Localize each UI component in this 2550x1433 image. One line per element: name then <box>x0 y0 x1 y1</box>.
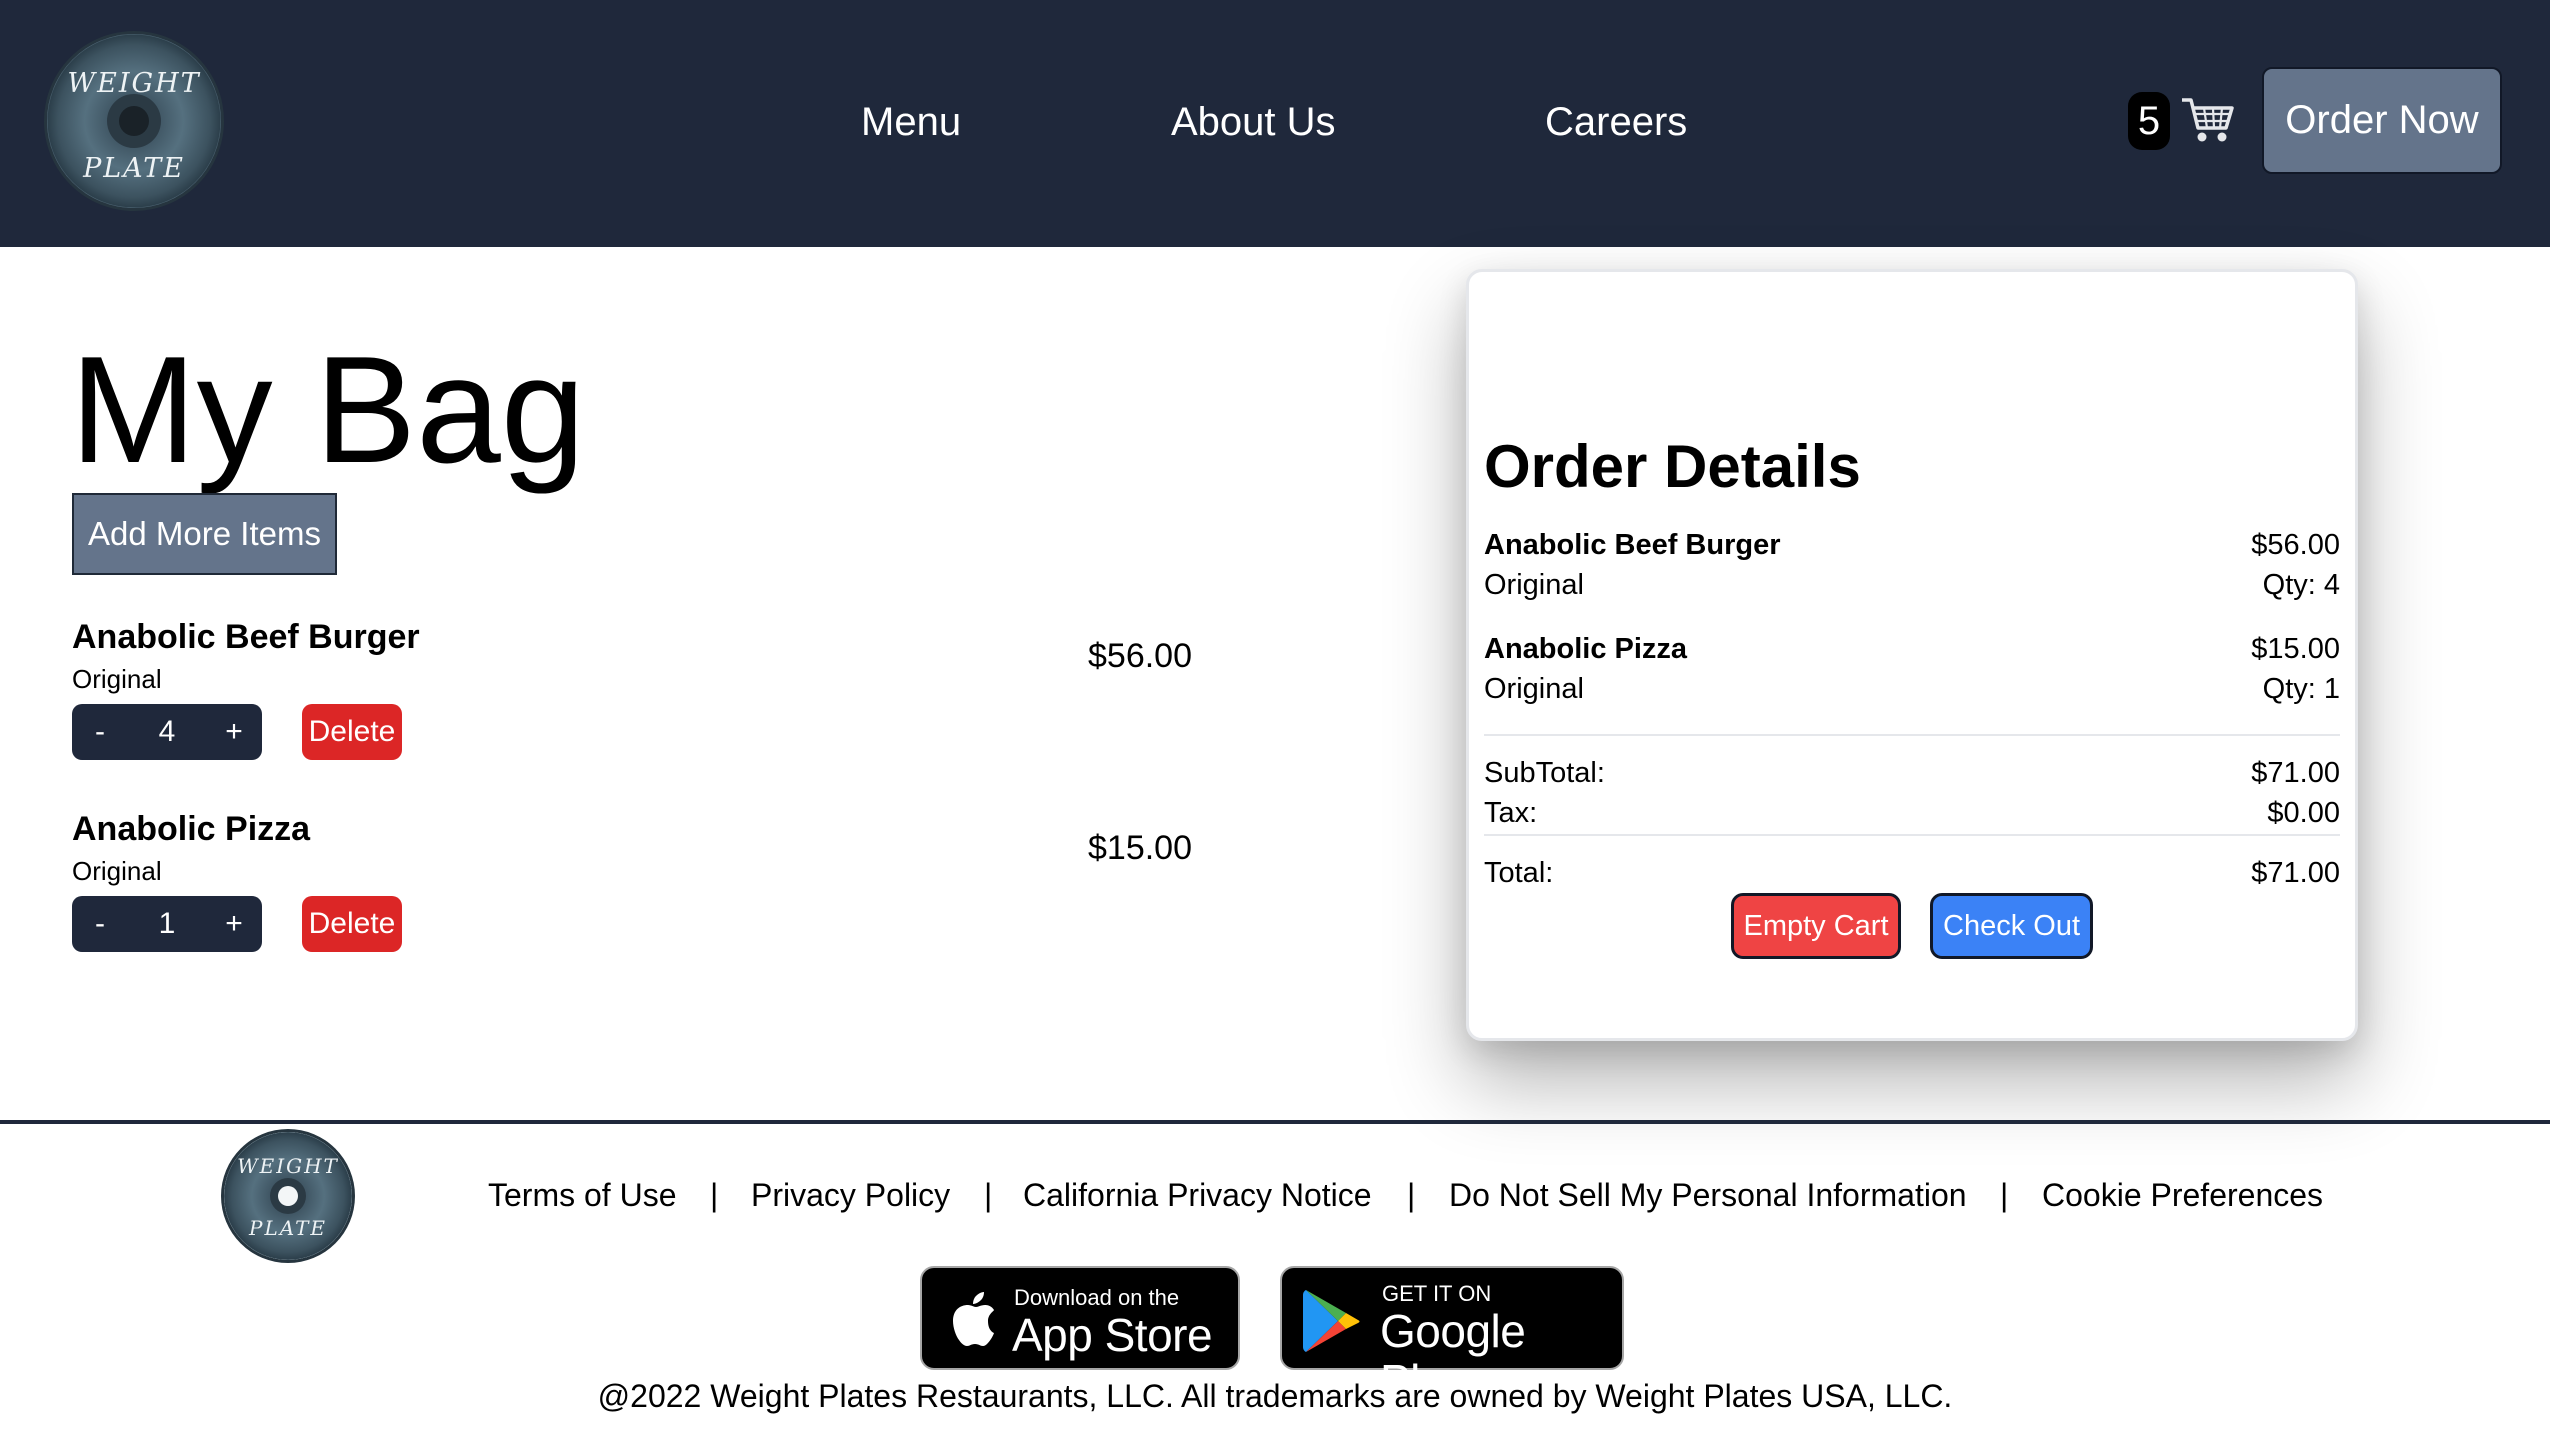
bag-item-name: Anabolic Beef Burger <box>72 618 420 656</box>
order-now-button[interactable]: Order Now <box>2262 67 2502 174</box>
apple-icon <box>953 1292 994 1346</box>
decrease-quantity-button[interactable]: - <box>72 704 128 760</box>
tax-value: $0.00 <box>2267 797 2340 829</box>
bag-item-price: $15.00 <box>1088 829 1192 867</box>
bag-item-price: $56.00 <box>1088 637 1192 675</box>
order-line-name: Anabolic Beef Burger <box>1484 529 1781 561</box>
order-line-qty: Qty: 4 <box>2262 569 2340 601</box>
footer-link-do-not-sell[interactable]: Do Not Sell My Personal Information <box>1449 1175 1967 1215</box>
google-play-small-text: GET IT ON <box>1382 1281 1492 1306</box>
logo-text-top: WEIGHT <box>237 1154 339 1178</box>
plate-hole-icon <box>119 106 149 136</box>
subtotal-value: $71.00 <box>2251 757 2340 789</box>
footer-separator: | <box>2000 1177 2009 1213</box>
logo-text-bottom: PLATE <box>83 153 185 184</box>
increase-quantity-button[interactable]: + <box>206 704 262 760</box>
tax-label: Tax: <box>1484 797 1538 829</box>
bag-item-name: Anabolic Pizza <box>72 810 311 848</box>
order-line-qty: Qty: 1 <box>2262 673 2340 705</box>
delete-item-button[interactable]: Delete <box>302 896 402 952</box>
app-store-small-text: Download on the <box>1014 1285 1180 1310</box>
order-line-variant: Original <box>1484 673 1584 705</box>
total-divider <box>1484 834 2340 836</box>
app-store-big-text: App Store <box>1012 1309 1213 1361</box>
subtotal-label: SubTotal: <box>1484 757 1605 789</box>
footer-separator: | <box>710 1177 719 1213</box>
copyright-text: @2022 Weight Plates Restaurants, LLC. Al… <box>597 1378 1953 1414</box>
bag-item-variant: Original <box>72 664 162 694</box>
summary-divider <box>1484 734 2340 736</box>
bag-item-variant: Original <box>72 856 162 886</box>
check-out-button[interactable]: Check Out <box>1930 893 2093 959</box>
footer-link-california-privacy[interactable]: California Privacy Notice <box>1023 1175 1372 1215</box>
footer-link-cookie-preferences[interactable]: Cookie Preferences <box>2042 1175 2323 1215</box>
footer-link-privacy[interactable]: Privacy Policy <box>751 1175 950 1215</box>
increase-quantity-button[interactable]: + <box>206 896 262 952</box>
footer-divider <box>0 1120 2550 1124</box>
nav-menu[interactable]: Menu <box>861 98 961 146</box>
delete-item-button[interactable]: Delete <box>302 704 402 760</box>
footer-separator: | <box>1407 1177 1416 1213</box>
plate-hole-icon <box>278 1186 298 1206</box>
decrease-quantity-button[interactable]: - <box>72 896 128 952</box>
logo-text-bottom: PLATE <box>248 1216 328 1240</box>
order-details-title: Order Details <box>1484 433 1861 500</box>
add-more-items-button[interactable]: Add More Items <box>72 493 337 575</box>
empty-cart-button[interactable]: Empty Cart <box>1731 893 1901 959</box>
nav-about-us[interactable]: About Us <box>1171 98 1336 146</box>
total-label: Total: <box>1484 857 1554 889</box>
order-line-name: Anabolic Pizza <box>1484 633 1688 665</box>
nav-careers[interactable]: Careers <box>1545 98 1687 146</box>
footer-link-terms[interactable]: Terms of Use <box>488 1175 676 1215</box>
weight-plate-logo[interactable]: WEIGHT PLATE <box>47 34 221 208</box>
order-line-variant: Original <box>1484 569 1584 601</box>
quantity-stepper: - 1 + <box>72 896 262 952</box>
total-value: $71.00 <box>2251 857 2340 889</box>
quantity-value: 1 <box>158 907 176 940</box>
site-header: WEIGHT PLATE Menu About Us Careers 5 Ord… <box>0 0 2550 247</box>
cart-count-badge: 5 <box>2128 92 2170 150</box>
footer-logo[interactable]: WEIGHT PLATE <box>224 1132 352 1260</box>
app-store-badge[interactable]: Download on the App Store <box>920 1266 1240 1370</box>
logo-text-top: WEIGHT <box>67 68 201 99</box>
shopping-cart-icon[interactable] <box>2180 92 2236 148</box>
order-line-price: $15.00 <box>2251 633 2340 665</box>
order-line-price: $56.00 <box>2251 529 2340 561</box>
page-title: My Bag <box>70 325 586 495</box>
quantity-value: 4 <box>158 715 176 748</box>
google-play-icon <box>1303 1290 1360 1352</box>
google-play-badge[interactable]: GET IT ON Google Play <box>1280 1266 1624 1406</box>
quantity-stepper: - 4 + <box>72 704 262 760</box>
footer-separator: | <box>984 1177 993 1213</box>
